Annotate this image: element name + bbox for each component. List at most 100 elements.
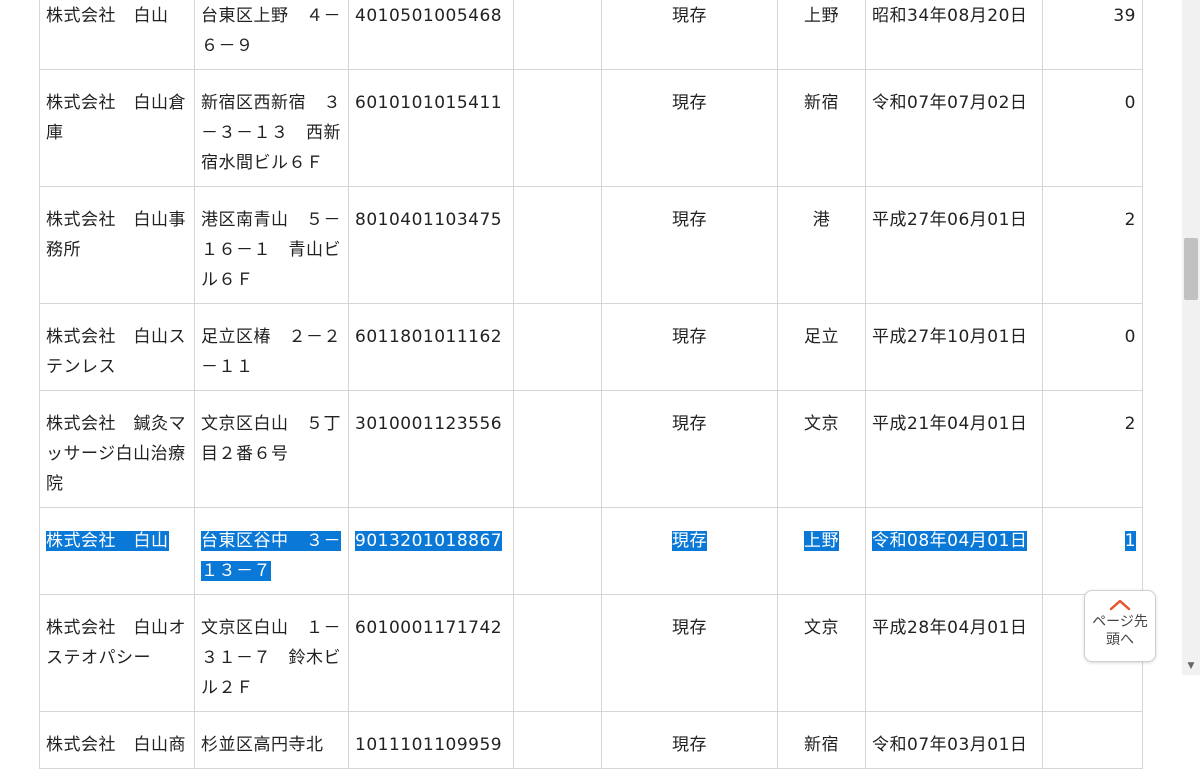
date-text: 平成28年04月01日 bbox=[872, 618, 1028, 638]
company-results-table: 株式会社 白山 台東区上野 ４－６－９ 4010501005468 現存 上野 昭和34年… bbox=[39, 0, 1143, 769]
scroll-down-arrow-icon[interactable]: ▼ bbox=[1182, 657, 1200, 675]
company-name-cell: 株式会社 白山商 bbox=[39, 711, 195, 769]
count-cell: 0 bbox=[1042, 303, 1143, 391]
corporate-number-text: 6011801011162 bbox=[355, 327, 503, 347]
empty-cell bbox=[513, 303, 602, 391]
status-text: 現存 bbox=[672, 93, 707, 113]
corporate-number-cell: 4010501005468 bbox=[348, 0, 514, 70]
count-text: 0 bbox=[1124, 93, 1136, 113]
count-text: 39 bbox=[1113, 6, 1136, 26]
empty-cell bbox=[513, 711, 602, 769]
tax-office-cell: 文京 bbox=[777, 594, 866, 712]
status-text: 現存 bbox=[672, 6, 707, 26]
tax-office-cell: 上野 bbox=[777, 507, 866, 595]
tax-office-cell: 新宿 bbox=[777, 711, 866, 769]
date-text: 平成27年10月01日 bbox=[872, 327, 1028, 347]
count-text: 2 bbox=[1124, 414, 1136, 434]
corporate-number-text: 4010501005468 bbox=[355, 6, 503, 26]
count-cell: 2 bbox=[1042, 390, 1143, 508]
tax-office-text: 上野 bbox=[804, 6, 839, 26]
count-cell: 1 bbox=[1042, 507, 1143, 595]
company-name-text: 株式会社 白山事務所 bbox=[46, 210, 186, 260]
count-text: 1 bbox=[1124, 531, 1136, 551]
status-cell: 現存 bbox=[601, 711, 778, 769]
company-name-text: 株式会社 白山 bbox=[46, 6, 169, 26]
corporate-number-cell: 6010001171742 bbox=[348, 594, 514, 712]
back-to-top-label: ページ先頭へ bbox=[1092, 614, 1148, 648]
company-name-text: 株式会社 白山 bbox=[46, 531, 169, 551]
company-name-text: 株式会社 白山オステオパシー bbox=[46, 618, 186, 668]
status-text: 現存 bbox=[672, 735, 707, 755]
date-cell: 平成27年10月01日 bbox=[865, 303, 1043, 391]
corporate-number-cell: 3010001123556 bbox=[348, 390, 514, 508]
tax-office-text: 文京 bbox=[804, 618, 839, 638]
tax-office-text: 上野 bbox=[804, 531, 839, 551]
date-cell: 平成21年04月01日 bbox=[865, 390, 1043, 508]
address-cell: 港区南青山 ５－１６－１ 青山ビル６Ｆ bbox=[194, 186, 349, 304]
table-row[interactable]: 株式会社 白山事務所 港区南青山 ５－１６－１ 青山ビル６Ｆ 80104011034… bbox=[39, 186, 1143, 304]
empty-cell bbox=[513, 69, 602, 187]
scrollbar-thumb[interactable] bbox=[1184, 238, 1198, 300]
address-cell: 文京区白山 １－３１－７ 鈴木ビル２Ｆ bbox=[194, 594, 349, 712]
date-cell: 昭和34年08月20日 bbox=[865, 0, 1043, 70]
company-name-cell: 株式会社 鍼灸マッサージ白山治療院 bbox=[39, 390, 195, 508]
company-name-cell: 株式会社 白山 bbox=[39, 507, 195, 595]
date-text: 令和07年03月01日 bbox=[872, 735, 1028, 755]
corporate-number-cell: 1011101109959 bbox=[348, 711, 514, 769]
status-cell: 現存 bbox=[601, 390, 778, 508]
address-text: 港区南青山 ５－１６－１ 青山ビル６Ｆ bbox=[201, 210, 341, 290]
company-name-cell: 株式会社 白山事務所 bbox=[39, 186, 195, 304]
corporate-number-text: 3010001123556 bbox=[355, 414, 503, 434]
empty-cell bbox=[513, 507, 602, 595]
empty-cell bbox=[513, 390, 602, 508]
results-table-container: 株式会社 白山 台東区上野 ４－６－９ 4010501005468 現存 上野 昭和34年… bbox=[0, 0, 1182, 769]
date-cell: 令和07年03月01日 bbox=[865, 711, 1043, 769]
corporate-number-text: 6010001171742 bbox=[355, 618, 503, 638]
corporate-number-text: 1011101109959 bbox=[355, 735, 503, 755]
status-cell: 現存 bbox=[601, 186, 778, 304]
tax-office-cell: 上野 bbox=[777, 0, 866, 70]
vertical-scrollbar[interactable]: ▼ bbox=[1182, 0, 1200, 675]
tax-office-cell: 足立 bbox=[777, 303, 866, 391]
table-body: 株式会社 白山 台東区上野 ４－６－９ 4010501005468 現存 上野 昭和34年… bbox=[39, 0, 1143, 769]
corporate-number-cell: 6011801011162 bbox=[348, 303, 514, 391]
tax-office-text: 文京 bbox=[804, 414, 839, 434]
chevron-up-icon bbox=[1109, 599, 1131, 611]
address-text: 台東区上野 ４－６－９ bbox=[201, 6, 341, 56]
empty-cell bbox=[513, 186, 602, 304]
date-cell: 平成27年06月01日 bbox=[865, 186, 1043, 304]
count-cell: 39 bbox=[1042, 0, 1143, 70]
tax-office-cell: 港 bbox=[777, 186, 866, 304]
address-text: 新宿区西新宿 ３－３－１３ 西新宿水間ビル６Ｆ bbox=[201, 93, 341, 173]
corporate-number-text: 6010101015411 bbox=[355, 93, 503, 113]
date-cell: 令和07年07月02日 bbox=[865, 69, 1043, 187]
company-name-text: 株式会社 白山商 bbox=[46, 735, 186, 755]
company-name-text: 株式会社 鍼灸マッサージ白山治療院 bbox=[46, 414, 186, 494]
corporate-number-cell: 6010101015411 bbox=[348, 69, 514, 187]
table-row[interactable]: 株式会社 白山倉庫 新宿区西新宿 ３－３－１３ 西新宿水間ビル６Ｆ 60101010… bbox=[39, 69, 1143, 187]
address-cell: 新宿区西新宿 ３－３－１３ 西新宿水間ビル６Ｆ bbox=[194, 69, 349, 187]
tax-office-text: 新宿 bbox=[804, 735, 839, 755]
table-row[interactable]: 株式会社 鍼灸マッサージ白山治療院 文京区白山 ５丁目２番６号 3010001123… bbox=[39, 390, 1143, 508]
table-row[interactable]: 株式会社 白山商 杉並区高円寺北 1011101109959 現存 新宿 令和07年03月… bbox=[39, 711, 1143, 769]
corporate-number-cell: 8010401103475 bbox=[348, 186, 514, 304]
company-name-cell: 株式会社 白山倉庫 bbox=[39, 69, 195, 187]
company-name-cell: 株式会社 白山ステンレス bbox=[39, 303, 195, 391]
address-cell: 杉並区高円寺北 bbox=[194, 711, 349, 769]
table-row[interactable]: 株式会社 白山 台東区谷中 ３－１３－７ 9013201018867 現存 上野 令和08… bbox=[39, 507, 1143, 595]
empty-cell bbox=[513, 594, 602, 712]
tax-office-cell: 文京 bbox=[777, 390, 866, 508]
company-name-cell: 株式会社 白山オステオパシー bbox=[39, 594, 195, 712]
status-text: 現存 bbox=[672, 531, 707, 551]
back-to-top-button[interactable]: ページ先頭へ bbox=[1084, 590, 1156, 662]
table-row[interactable]: 株式会社 白山ステンレス 足立区椿 ２－２－１１ 6011801011162 現存 足立… bbox=[39, 303, 1143, 391]
tax-office-text: 港 bbox=[812, 210, 831, 230]
address-text: 文京区白山 ５丁目２番６号 bbox=[201, 414, 341, 464]
status-text: 現存 bbox=[672, 414, 707, 434]
status-cell: 現存 bbox=[601, 303, 778, 391]
corporate-number-text: 8010401103475 bbox=[355, 210, 503, 230]
status-text: 現存 bbox=[672, 618, 707, 638]
address-cell: 台東区上野 ４－６－９ bbox=[194, 0, 349, 70]
table-row[interactable]: 株式会社 白山オステオパシー 文京区白山 １－３１－７ 鈴木ビル２Ｆ 6010001… bbox=[39, 594, 1143, 712]
table-row[interactable]: 株式会社 白山 台東区上野 ４－６－９ 4010501005468 現存 上野 昭和34年… bbox=[39, 0, 1143, 70]
